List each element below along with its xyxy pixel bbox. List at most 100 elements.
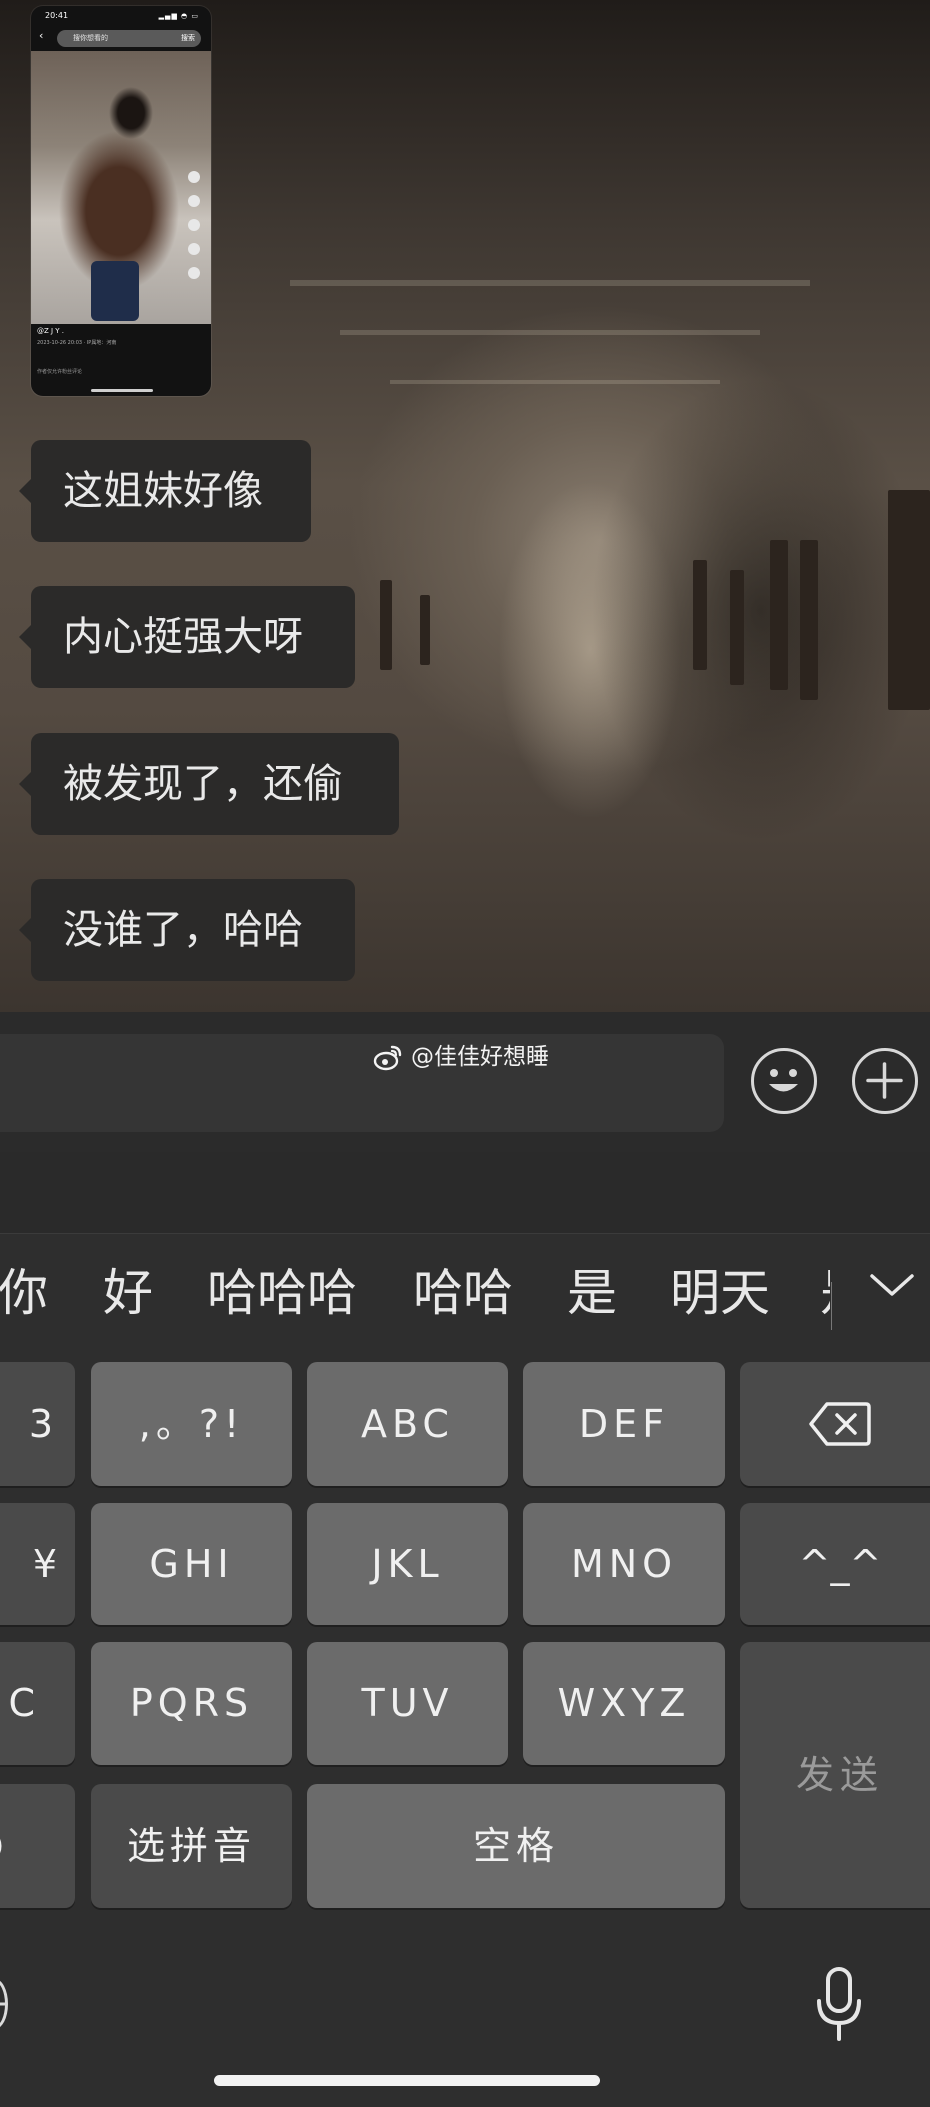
background-door — [888, 490, 930, 710]
thumb-avatar-icon — [188, 171, 200, 183]
candidate-word-partial[interactable]: 是 — [820, 1234, 830, 1352]
candidate-word[interactable]: 明天 — [670, 1234, 770, 1352]
microphone-icon — [817, 1967, 861, 2041]
thumb-share-icon — [188, 267, 200, 279]
background-ceiling-beam — [290, 280, 810, 286]
punctuation-key[interactable]: ,。?! — [91, 1362, 292, 1486]
candidate-word[interactable]: 好 — [103, 1234, 153, 1352]
candidate-word[interactable]: 是 — [567, 1234, 617, 1352]
key-pqrs[interactable]: PQRS — [91, 1642, 292, 1765]
keyboard: 你 好 哈哈哈 哈哈 是 明天 是 — [0, 1152, 930, 2107]
candidate-word[interactable]: 哈哈哈 — [207, 1234, 357, 1352]
message-text: 被发现了，还偷 — [63, 761, 343, 807]
message-bubble[interactable]: 内心挺强大呀 — [19, 586, 355, 688]
candidate-word[interactable]: 你 — [0, 1234, 48, 1352]
chat-screen: 20:41 ▂▄▆ ◓ ▭ ‹ 搜你想看的 搜索 @Z J Y . 2023-1… — [0, 0, 930, 2107]
background-door — [770, 540, 788, 690]
key-label: ^_^ — [798, 1542, 882, 1586]
key-abc[interactable]: ABC — [307, 1362, 508, 1486]
thumb-like-icon — [188, 195, 200, 207]
key-wxyz[interactable]: WXYZ — [523, 1642, 725, 1765]
key-ghi[interactable]: GHI — [91, 1503, 292, 1625]
emoji-icon — [769, 1069, 798, 1092]
plus-icon — [866, 1062, 903, 1099]
key-label: ABC — [361, 1402, 454, 1446]
key-mno[interactable]: MNO — [523, 1503, 725, 1625]
thumb-home-indicator — [91, 389, 153, 392]
home-indicator[interactable] — [214, 2075, 600, 2086]
emoji-button[interactable] — [751, 1048, 817, 1114]
message-bubble[interactable]: 被发现了，还偷 — [19, 733, 399, 835]
key-label: GHI — [149, 1542, 234, 1586]
key-label: ,。?! — [138, 1402, 245, 1446]
microphone-button[interactable] — [815, 1967, 863, 2043]
key-def[interactable]: DEF — [523, 1362, 725, 1486]
thumb-comment-icon — [188, 219, 200, 231]
weibo-icon — [373, 1045, 402, 1071]
message-text: 内心挺强大呀 — [63, 614, 303, 660]
expand-candidates-button[interactable] — [862, 1256, 922, 1316]
partial-key-row1[interactable]: 3 — [0, 1362, 75, 1486]
key-label: ¥ — [32, 1542, 57, 1586]
background-door — [730, 570, 744, 685]
background-door — [380, 580, 392, 670]
key-label: 选拼音 — [126, 1824, 256, 1868]
delete-key[interactable] — [740, 1362, 930, 1486]
thumb-signal-icons: ▂▄▆ ◓ ▭ — [158, 12, 199, 20]
key-label: MNO — [570, 1542, 678, 1586]
thumb-search-bar: 搜你想看的 搜索 — [57, 30, 201, 47]
candidate-overflow: 是 — [820, 1234, 830, 1352]
message-bubble[interactable]: 没谁了，哈哈 — [19, 879, 355, 981]
plus-button[interactable] — [852, 1048, 918, 1114]
background-door — [693, 560, 707, 670]
thumb-status-time: 20:41 — [45, 11, 69, 20]
space-key[interactable]: 空格 — [307, 1784, 725, 1908]
key-label: C — [8, 1681, 35, 1725]
key-label: JKL — [371, 1542, 444, 1586]
candidate-bar: 你 好 哈哈哈 哈哈 是 明天 是 — [0, 1234, 930, 1352]
message-input[interactable] — [0, 1034, 724, 1132]
delete-icon — [809, 1402, 871, 1446]
background-door — [800, 540, 818, 700]
partial-key-row2[interactable]: ¥ — [0, 1503, 75, 1625]
message-bubble[interactable]: 这姐妹好像 — [19, 440, 311, 542]
thumb-author: @Z J Y . — [37, 327, 65, 335]
key-label: 空格 — [472, 1824, 559, 1868]
background-ceiling-beam — [390, 380, 720, 384]
candidate-divider — [831, 1282, 832, 1330]
emoticon-key[interactable]: ^_^ — [740, 1503, 930, 1625]
select-pinyin-key[interactable]: 选拼音 — [91, 1784, 292, 1908]
key-tuv[interactable]: TUV — [307, 1642, 508, 1765]
key-label: 发送 — [795, 1753, 884, 1797]
key-label: WXYZ — [557, 1681, 691, 1725]
thumb-star-icon — [188, 243, 200, 255]
key-label: DEF — [578, 1402, 670, 1446]
thumb-status-bar: 20:41 ▂▄▆ ◓ ▭ — [31, 6, 211, 26]
thumb-video-frame — [31, 51, 211, 324]
partial-key-row4[interactable] — [0, 1784, 75, 1908]
key-label: 3 — [28, 1402, 53, 1446]
background-ceiling-beam — [340, 330, 760, 335]
watermark-text: @佳佳好想睡 — [411, 1044, 549, 1070]
keyboard-toolbar — [0, 1152, 930, 1234]
chat-background: 20:41 ▂▄▆ ◓ ▭ ‹ 搜你想看的 搜索 @Z J Y . 2023-1… — [0, 0, 930, 1012]
thumb-date: 2023-10-26 20:03 · IP属地：河南 — [37, 340, 117, 346]
partial-key-row3[interactable]: C — [0, 1642, 75, 1765]
input-bar — [0, 1012, 930, 1152]
key-label: PQRS — [129, 1681, 254, 1725]
thumb-back-icon: ‹ — [39, 29, 44, 42]
thumb-search-button: 搜索 — [181, 34, 195, 42]
thumb-video-figure — [91, 261, 139, 321]
message-text: 没谁了，哈哈 — [63, 907, 303, 953]
candidate-word[interactable]: 哈哈 — [413, 1234, 513, 1352]
send-key[interactable]: 发送 — [740, 1642, 930, 1908]
thumb-comment-hint: 作者仅允许粉丝评论 — [37, 369, 83, 375]
key-label: TUV — [361, 1681, 454, 1725]
globe-icon — [0, 2002, 5, 2006]
thumb-side-actions — [183, 171, 205, 291]
key-jkl[interactable]: JKL — [307, 1503, 508, 1625]
shared-video-screenshot[interactable]: 20:41 ▂▄▆ ◓ ▭ ‹ 搜你想看的 搜索 @Z J Y . 2023-1… — [31, 6, 211, 396]
background-door — [420, 595, 430, 665]
message-text: 这姐妹好像 — [63, 468, 263, 514]
thumb-search-placeholder: 搜你想看的 — [73, 34, 108, 42]
